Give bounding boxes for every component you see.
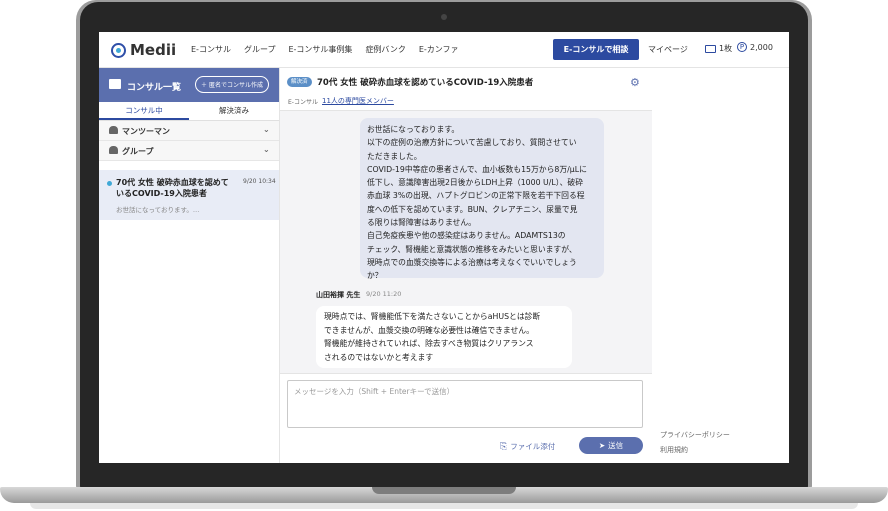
app-screen: Medii E-コンサル グループ E-コンサル事例集 症例バンク E-カンファ… bbox=[99, 32, 789, 463]
message-line: できませんが、血漿交換の明確な必要性は確信できません。 bbox=[324, 325, 534, 335]
message-line: 赤血球 3%の出現、ハプトグロビンの正常下限を若干下回る程 bbox=[367, 191, 585, 201]
send-button[interactable]: ➤ 送信 bbox=[579, 437, 643, 454]
nav-case-bank[interactable]: 症例バンク bbox=[365, 44, 405, 55]
message-input[interactable]: メッセージを入力（Shift + Enterキーで送信） bbox=[287, 380, 643, 428]
camera bbox=[441, 14, 447, 20]
laptop-base-notch bbox=[372, 487, 516, 494]
group-one-to-one[interactable]: マンツーマン ⌄ bbox=[99, 121, 279, 141]
sidebar-title: コンサル一覧 bbox=[127, 83, 182, 93]
chat-icon bbox=[109, 79, 121, 89]
reply-time: 9/20 11:20 bbox=[366, 290, 402, 298]
message-line: 度への低下を認めています。BUN、クレアチニン、尿量で見 bbox=[367, 204, 578, 214]
my-message-bubble: お世話になっております。 以下の症例の治療方針について苦慮しており、質問させてい… bbox=[360, 118, 604, 280]
message-line: か？ bbox=[367, 271, 383, 281]
consult-item-preview: お世話になっております。… bbox=[116, 206, 200, 214]
person-icon bbox=[109, 126, 118, 134]
privacy-policy-link[interactable]: プライバシーポリシー bbox=[660, 430, 730, 440]
nav-econference[interactable]: E-カンファ bbox=[419, 44, 459, 55]
points-value: 2,000 bbox=[750, 42, 773, 52]
reply-message-bubble: 現時点では、腎機能低下を満たさないことからaHUSとは診断 できませんが、血漿交… bbox=[316, 306, 572, 368]
thread-title: 70代 女性 破砕赤血球を認めているCOVID-19入院患者 bbox=[317, 78, 534, 88]
chevron-down-icon: ⌄ bbox=[263, 125, 270, 134]
laptop-shadow bbox=[30, 503, 858, 509]
mypage-link[interactable]: マイページ bbox=[648, 44, 688, 55]
consult-type: E-コンサル bbox=[288, 99, 318, 106]
tab-in-consult[interactable]: コンサル中 bbox=[99, 102, 189, 120]
group-group[interactable]: グループ ⌄ bbox=[99, 141, 279, 161]
consult-sidebar: コンサル一覧 ＋ 匿名でコンサル作成 コンサル中 解決済み マンツーマン ⌄ グ… bbox=[99, 68, 280, 463]
consult-tabs: コンサル中 解決済み bbox=[99, 102, 279, 121]
tab-resolved[interactable]: 解決済み bbox=[189, 102, 279, 120]
message-composer: メッセージを入力（Shift + Enterキーで送信） ⎘ ファイル添付 ➤ … bbox=[280, 373, 652, 463]
group-label: マンツーマン bbox=[122, 127, 170, 136]
group-label: グループ bbox=[122, 147, 154, 156]
main-nav: E-コンサル グループ E-コンサル事例集 症例バンク E-カンファ bbox=[191, 44, 459, 55]
logo-text: Medii bbox=[130, 41, 177, 59]
thread-header: 解決済 70代 女性 破砕赤血球を認めているCOVID-19入院患者 ⚙ E-コ… bbox=[280, 68, 652, 111]
logo[interactable]: Medii bbox=[111, 41, 176, 59]
send-label: 送信 bbox=[608, 441, 624, 450]
reply-sender-name: 山田裕揮 先生 bbox=[316, 291, 361, 299]
plus-icon: ＋ bbox=[200, 82, 207, 89]
consult-item-time: 9/20 10:34 bbox=[243, 178, 276, 185]
nav-econsult-cases[interactable]: E-コンサル事例集 bbox=[288, 44, 352, 55]
econsult-request-button[interactable]: E-コンサルで相談 bbox=[553, 39, 639, 60]
gear-icon[interactable]: ⚙ bbox=[630, 76, 640, 89]
message-line: ただきました。 bbox=[367, 151, 422, 161]
message-line: 腎機能が維持されていれば、除去すべき物質はクリアランス bbox=[324, 339, 534, 348]
message-line: チェック、腎機能と意識状態の推移をみたいと思いますが、 bbox=[367, 244, 577, 254]
consult-list-item[interactable]: 70代 女性 破砕赤血球を認めているCOVID-19入院患者 9/20 10:3… bbox=[99, 170, 279, 220]
anonymous-consult-create-button[interactable]: ＋ 匿名でコンサル作成 bbox=[195, 76, 269, 93]
attach-file-button[interactable]: ⎘ ファイル添付 bbox=[500, 441, 555, 452]
consult-thread: 解決済 70代 女性 破砕赤血球を認めているCOVID-19入院患者 ⚙ E-コ… bbox=[280, 68, 652, 463]
terms-link[interactable]: 利用規約 bbox=[660, 445, 688, 455]
medii-logo-icon bbox=[111, 42, 126, 58]
message-line: COVID-19中等症の患者さんで、血小板数も15万から8万/μLに bbox=[367, 164, 587, 174]
sidebar-header: コンサル一覧 ＋ 匿名でコンサル作成 bbox=[99, 68, 279, 102]
paperclip-icon: ⎘ bbox=[500, 441, 508, 452]
ticket-icon bbox=[705, 44, 716, 53]
ticket-count: 1枚 bbox=[705, 43, 732, 54]
resolved-badge: 解決済 bbox=[287, 77, 312, 87]
points-balance: P 2,000 bbox=[737, 42, 773, 52]
message-line: 以下の症例の治療方針について苦慮しており、質問させてい bbox=[367, 138, 577, 148]
unread-dot-icon bbox=[107, 181, 112, 186]
right-pane: プライバシーポリシー 利用規約 bbox=[653, 68, 789, 463]
message-line: 自己免疫疾患や他の感染症はありません。ADAMTS13の bbox=[367, 231, 566, 241]
new-button-label: 匿名でコンサル作成 bbox=[209, 82, 264, 89]
message-line: る限りは腎障害はありません。 bbox=[367, 218, 476, 228]
message-line: されるのではないかと考えます bbox=[324, 352, 434, 362]
people-icon bbox=[109, 146, 118, 154]
nav-group[interactable]: グループ bbox=[244, 44, 276, 55]
message-line: 現時点では、腎機能低下を満たさないことからaHUSとは診断 bbox=[324, 312, 541, 321]
top-header: Medii E-コンサル グループ E-コンサル事例集 症例バンク E-カンファ… bbox=[99, 32, 789, 68]
points-icon: P bbox=[737, 42, 747, 52]
ticket-value: 1枚 bbox=[719, 44, 733, 53]
chevron-down-icon: ⌄ bbox=[263, 145, 270, 154]
send-icon: ➤ bbox=[598, 441, 606, 450]
nav-econsult[interactable]: E-コンサル bbox=[191, 44, 231, 55]
consult-item-title: 70代 女性 破砕赤血球を認めているCOVID-19入院患者 bbox=[116, 178, 229, 198]
message-line: 低下し、意識障害出現2日後からLDH上昇（1000 U/L）、破砕 bbox=[367, 178, 584, 188]
message-line: お世話になっております。 bbox=[367, 125, 460, 134]
attach-label: ファイル添付 bbox=[510, 442, 556, 451]
message-line: 現時点での血漿交換等による治療は考えなくでいいでしょう bbox=[367, 257, 577, 267]
members-link[interactable]: 11人の専門医メンバー bbox=[322, 96, 394, 106]
